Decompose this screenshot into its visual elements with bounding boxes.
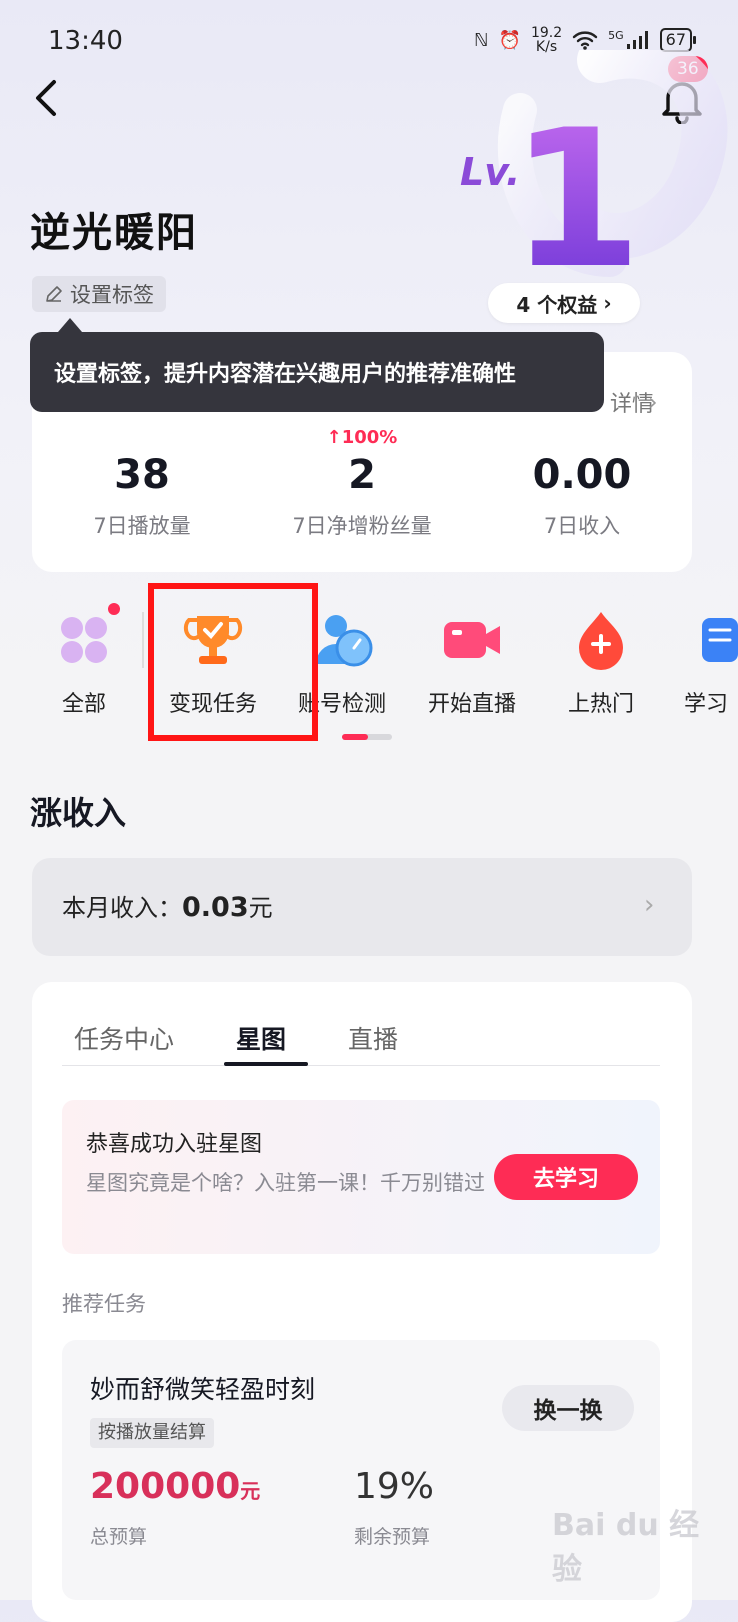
chevron-right-icon[interactable]: › xyxy=(644,890,654,920)
tab-live[interactable]: 直播 xyxy=(348,1020,398,1056)
stat-label: 7日净增粉丝量 xyxy=(292,514,432,538)
alarm-icon: ⏰ xyxy=(498,29,521,51)
pencil-icon xyxy=(46,286,62,302)
stat-label: 7日播放量 xyxy=(93,514,191,538)
promo-title: 恭喜成功入驻星图 xyxy=(86,1132,263,1157)
network-type: 5G xyxy=(608,28,624,42)
tool-label: 学习 xyxy=(684,692,729,717)
stat-plays[interactable]: 38 7日播放量 xyxy=(32,450,252,540)
active-tab-indicator xyxy=(224,1062,308,1066)
new-dot xyxy=(108,603,120,615)
promo-desc: 星图究竟是个啥？入驻第一课！千万别错过 xyxy=(86,1171,485,1195)
rights-button[interactable]: 4 个权益 › xyxy=(488,283,640,323)
account-check-icon xyxy=(316,615,373,667)
tab-xingtu[interactable]: 星图 xyxy=(236,1020,286,1056)
tool-go-live[interactable]: 开始直播 xyxy=(412,608,532,718)
video-camera-icon xyxy=(444,622,500,658)
user-name: 逆光暖阳 xyxy=(30,210,198,256)
remaining-budget-label: 剩余预算 xyxy=(354,1526,431,1548)
rights-label: 4 个权益 xyxy=(516,292,598,317)
income-value: 0.03 xyxy=(182,892,249,923)
stat-income[interactable]: 0.00 7日收入 xyxy=(472,450,692,540)
learn-button[interactable]: 去学习 xyxy=(494,1154,638,1200)
highlight-box xyxy=(148,583,318,741)
scroll-indicator xyxy=(342,734,392,740)
tool-all[interactable]: 全部 xyxy=(24,608,144,718)
tag-tooltip[interactable]: 设置标签，提升内容潜在兴趣用户的推荐准确性 xyxy=(30,332,604,412)
stat-value: 38 xyxy=(114,452,170,498)
chevron-right-icon[interactable]: › xyxy=(648,388,658,416)
budget-amount: 200000 xyxy=(90,1466,241,1507)
income-label: 本月收入： xyxy=(62,894,182,922)
battery-icon: 67 xyxy=(659,28,697,52)
growth-indicator: ↑100% xyxy=(326,427,398,448)
tab-divider xyxy=(62,1065,660,1066)
nfc-icon: ℕ xyxy=(474,29,489,51)
remaining-budget-value: 19% xyxy=(354,1466,435,1507)
tool-label: 上热门 xyxy=(567,692,634,717)
chevron-right-icon: › xyxy=(603,291,612,315)
tool-label: 全部 xyxy=(61,692,106,717)
swap-button[interactable]: 换一换 xyxy=(502,1385,634,1431)
settlement-tag: 按播放量结算 xyxy=(90,1418,214,1448)
set-tag-label: 设置标签 xyxy=(70,283,154,307)
flame-icon xyxy=(579,612,623,670)
task-title: 妙而舒微笑轻盈时刻 xyxy=(90,1375,316,1404)
budget-unit: 元 xyxy=(240,1479,261,1503)
level-number: 1 xyxy=(510,89,642,310)
stat-value: 0.00 xyxy=(532,452,632,498)
book-icon xyxy=(702,618,738,662)
set-tag-button[interactable]: 设置标签 xyxy=(32,276,166,312)
watermark: Bai du 经验 xyxy=(552,1508,700,1587)
back-arrow-icon[interactable] xyxy=(28,76,68,120)
tool-learn[interactable]: 学习 xyxy=(670,608,738,718)
status-time: 13:40 xyxy=(48,26,123,56)
tool-label: 开始直播 xyxy=(427,692,516,717)
stat-value: 2 xyxy=(348,452,376,498)
recommended-label: 推荐任务 xyxy=(62,1292,146,1316)
total-budget-label: 总预算 xyxy=(90,1526,148,1548)
signal-icon xyxy=(626,31,648,49)
wifi-icon xyxy=(572,31,598,50)
divider xyxy=(142,612,144,668)
grid-icon xyxy=(61,617,107,663)
stat-followers[interactable]: 2 7日净增粉丝量 xyxy=(252,450,472,540)
total-budget-value: 200000元 xyxy=(90,1466,260,1507)
stat-label: 7日收入 xyxy=(543,514,621,538)
tool-trending[interactable]: 上热门 xyxy=(541,608,661,718)
section-title: 涨收入 xyxy=(30,794,127,832)
level-badge-icon: Lv. 1 xyxy=(460,50,728,310)
monthly-income: 本月收入：0.03元 xyxy=(62,888,273,923)
income-unit: 元 xyxy=(248,894,273,922)
tooltip-arrow xyxy=(58,318,82,332)
tab-task-center[interactable]: 任务中心 xyxy=(74,1020,174,1056)
